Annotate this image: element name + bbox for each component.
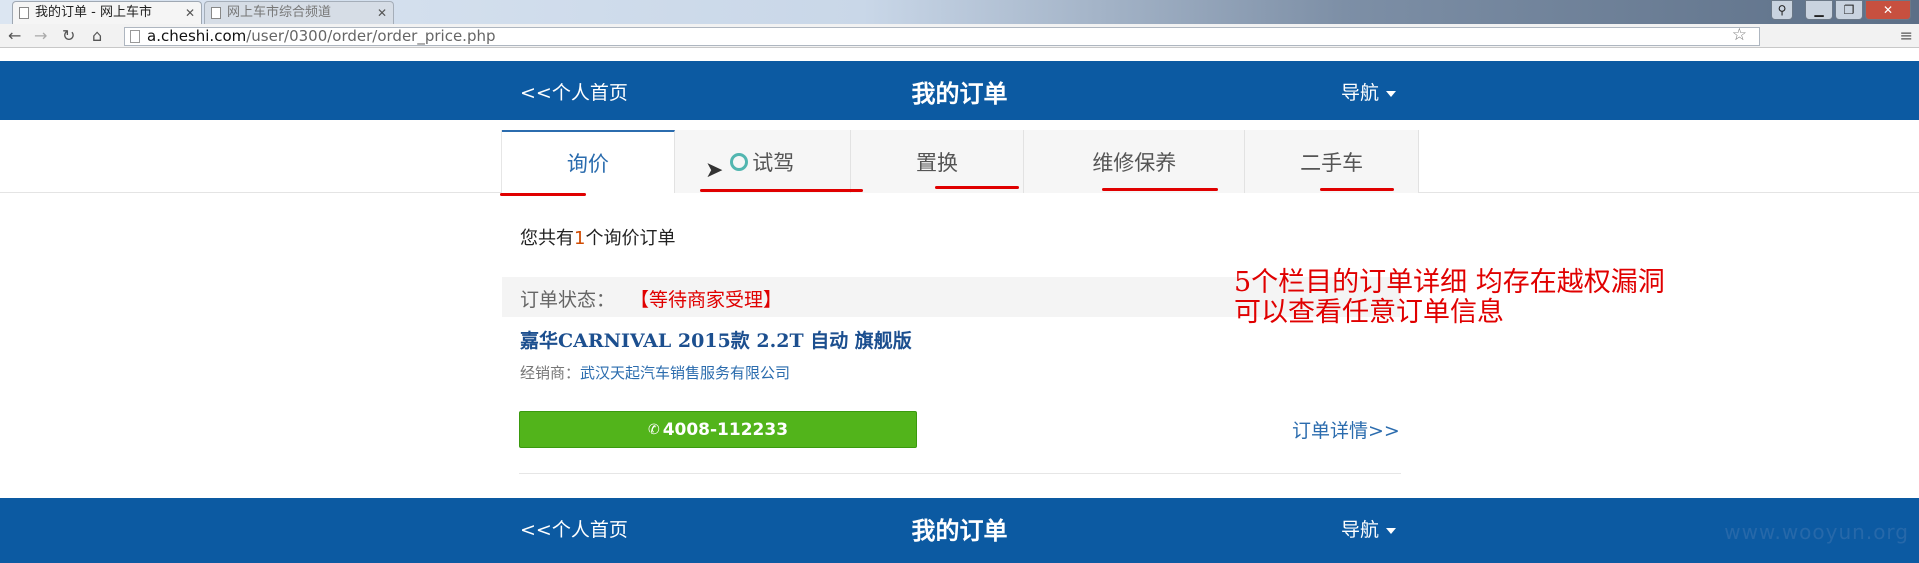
nav-dropdown[interactable]: 导航 — [1341, 78, 1397, 105]
order-tabs: 询价 试驾 置换 维修保养 二手车 — [501, 130, 1420, 193]
annotation-underline — [700, 189, 863, 192]
order-detail-link[interactable]: 订单详情>> — [1292, 416, 1400, 443]
order-count-number: 1 — [574, 228, 586, 249]
order-count: 您共有1个询价订单 — [520, 224, 675, 250]
site-header: <<个人首页 我的订单 导航 — [0, 61, 1919, 120]
browser-tab-title: 我的订单 - 网上车市 — [35, 5, 152, 20]
nav-label: 导航 — [1341, 519, 1380, 541]
tab-label: 维修保养 — [1092, 150, 1177, 175]
caret-down-icon — [1386, 527, 1397, 534]
annotation-underline — [935, 186, 1019, 189]
tab-used-car[interactable]: 二手车 — [1245, 130, 1420, 193]
page-title: 我的订单 — [911, 517, 1008, 545]
browser-tab-title: 网上车市综合频道 — [227, 5, 332, 20]
menu-icon[interactable]: ≡ — [1900, 26, 1913, 45]
browser-toolbar: ← → ↻ ⌂ a.cheshi.com/user/0300/order/ord… — [0, 24, 1919, 48]
tab-test-drive[interactable]: 试驾 — [674, 130, 851, 193]
annotation-underline — [1102, 188, 1218, 191]
tab-trade-in[interactable]: 置换 — [850, 130, 1025, 193]
dealer-label: 经销商： — [520, 364, 581, 382]
annotation-line: 5个栏目的订单详细 均存在越权漏洞 — [1234, 267, 1665, 298]
order-count-prefix: 您共有 — [520, 228, 574, 249]
page-icon — [130, 30, 140, 43]
minimize-button[interactable]: ▁ — [1805, 0, 1833, 20]
divider — [519, 473, 1401, 474]
annotation-text: 5个栏目的订单详细 均存在越权漏洞 可以查看任意订单信息 — [1234, 268, 1665, 328]
home-icon[interactable]: ⌂ — [92, 26, 102, 46]
watermark: www.wooyun.org — [1724, 520, 1909, 544]
tab-label: 询价 — [566, 151, 609, 176]
nav-label: 导航 — [1341, 82, 1380, 104]
phone-number: 4008-112233 — [662, 419, 789, 440]
user-icon[interactable]: ⚲ — [1771, 0, 1793, 20]
order-count-suffix: 个询价订单 — [585, 228, 676, 249]
page-icon — [211, 7, 221, 19]
window-controls: ⚲ ▁ ❐ ✕ — [1771, 0, 1911, 22]
caret-down-icon — [1386, 90, 1397, 97]
status-label: 订单状态： — [520, 289, 616, 311]
reload-icon[interactable]: ↻ — [62, 26, 75, 46]
annotation-underline — [1320, 188, 1394, 191]
mouse-cursor-icon: ➤ — [705, 158, 724, 183]
annotation-underline — [500, 193, 586, 196]
address-bar[interactable]: a.cheshi.com/user/0300/order/order_price… — [124, 27, 1760, 46]
dealer-name-link[interactable]: 武汉天起汽车销售服务有限公司 — [580, 364, 790, 382]
dealer-info: 经销商：武汉天起汽车销售服务有限公司 — [520, 362, 790, 383]
page-title: 我的订单 — [911, 80, 1008, 108]
phone-icon: ✆ — [647, 421, 660, 438]
tab-label: 置换 — [916, 150, 959, 175]
forward-arrow-icon[interactable]: → — [34, 26, 47, 46]
status-badge: 【等待商家受理】 — [630, 289, 783, 311]
tab-inquiry[interactable]: 询价 — [502, 130, 675, 193]
tab-maintenance[interactable]: 维修保养 — [1024, 130, 1246, 193]
browser-titlebar: 我的订单 - 网上车市 ✕ 网上车市综合频道 ✕ ⚲ ▁ ❐ ✕ — [0, 0, 1919, 24]
order-tabs-bar: 询价 试驾 置换 维修保养 二手车 — [0, 130, 1919, 193]
url-path: /user/0300/order/order_price.php — [246, 27, 496, 45]
page-icon — [19, 7, 29, 19]
call-dealer-button[interactable]: ✆ 4008-112233 — [519, 411, 917, 448]
back-arrow-icon[interactable]: ← — [8, 26, 21, 46]
nav-dropdown[interactable]: 导航 — [1341, 515, 1397, 542]
maximize-button[interactable]: ❐ — [1835, 0, 1863, 20]
tab-label: 试驾 — [752, 150, 795, 175]
bookmark-star-icon[interactable]: ☆ — [1732, 27, 1747, 44]
close-window-button[interactable]: ✕ — [1865, 0, 1911, 20]
tab-label: 二手车 — [1300, 150, 1364, 175]
annotation-line: 可以查看任意订单信息 — [1234, 297, 1504, 328]
site-header-footer: <<个人首页 我的订单 导航 — [0, 498, 1919, 563]
close-tab-icon[interactable]: ✕ — [377, 2, 387, 24]
url-domain: a.cheshi.com — [147, 27, 247, 45]
car-model-link[interactable]: 嘉华CARNIVAL 2015款 2.2T 自动 旗舰版 — [520, 326, 912, 353]
browser-tab-inactive[interactable]: 网上车市综合频道 ✕ — [204, 1, 394, 24]
browser-tab-active[interactable]: 我的订单 - 网上车市 ✕ — [12, 1, 202, 24]
loading-spinner-icon — [730, 152, 749, 171]
close-tab-icon[interactable]: ✕ — [185, 2, 195, 24]
